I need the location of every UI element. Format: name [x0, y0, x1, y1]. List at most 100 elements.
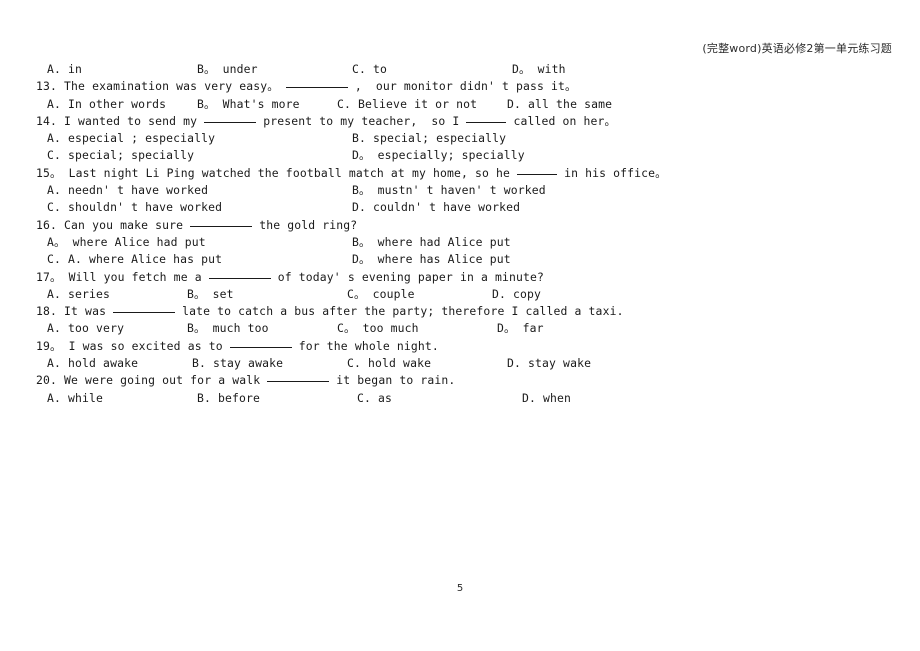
option-letter: D.	[507, 356, 522, 371]
question-number: 16.	[36, 217, 58, 232]
answer-option[interactable]: D。 with	[512, 61, 632, 78]
answer-option[interactable]: D。 especially; specially	[352, 147, 652, 164]
answer-option[interactable]: A. In other words	[47, 96, 197, 113]
option-text: to	[366, 62, 388, 76]
page-number: 5	[456, 583, 464, 594]
answer-option[interactable]: D. all the same	[507, 96, 627, 113]
answer-option[interactable]: A。 where Alice had put	[47, 234, 352, 251]
answer-option[interactable]: C. Believe it or not	[337, 96, 507, 113]
option-text: as	[371, 390, 393, 405]
answer-option[interactable]: A. too very	[47, 320, 187, 337]
option-letter: C。	[347, 286, 366, 301]
exercise-sheet: A. in B。 under C. to D。 with 13. The examina…	[36, 61, 882, 407]
option-letter: B.	[192, 356, 207, 371]
answer-option[interactable]: C. as	[357, 390, 522, 407]
option-letter: D.	[522, 390, 537, 405]
option-text: too much	[355, 321, 419, 336]
question-stem: 16. Can you make sure the gold ring?	[36, 217, 358, 232]
answer-option[interactable]: A. in	[47, 61, 197, 78]
answer-option[interactable]: C. special; specially	[47, 147, 352, 164]
option-letter: C.	[47, 200, 62, 215]
option-text: special; specially	[61, 148, 195, 163]
answer-option[interactable]: C. to	[352, 61, 512, 78]
option-text: hold awake	[61, 356, 139, 371]
option-row: C. A. where Alice has put D。 where has Al…	[36, 251, 882, 268]
option-letter: D.	[492, 286, 507, 301]
question-stem: 17。 Will you fetch me a of today' s even…	[36, 269, 545, 284]
option-letter: B.	[197, 390, 212, 405]
answer-option[interactable]: D. copy	[492, 286, 612, 303]
answer-blank[interactable]	[208, 277, 271, 279]
answer-option[interactable]: D. when	[522, 390, 642, 407]
option-letter: B。	[197, 96, 216, 111]
option-text: when	[536, 390, 572, 405]
answer-blank[interactable]	[285, 87, 348, 89]
answer-option[interactable]: C. A. where Alice has put	[47, 251, 352, 268]
option-letter: A.	[47, 131, 62, 146]
answer-option[interactable]: B。 where had Alice put	[352, 234, 652, 251]
answer-option[interactable]: B。 set	[187, 286, 347, 303]
option-text: Believe it or not	[351, 96, 478, 111]
answer-option[interactable]: B. stay awake	[192, 355, 347, 372]
option-text: mustn' t haven' t worked	[370, 183, 546, 198]
option-letter: C.	[347, 356, 362, 371]
option-row: A. especial ; especially B. special; espe…	[36, 130, 882, 147]
option-letter: C.	[337, 96, 352, 111]
answer-option[interactable]: D. couldn' t have worked	[352, 199, 652, 216]
option-letter: A.	[47, 96, 62, 111]
answer-option[interactable]: B。 mustn' t haven' t worked	[352, 182, 652, 199]
option-text: all the same	[521, 96, 613, 111]
answer-option[interactable]: D。 where has Alice put	[352, 251, 652, 268]
option-row: A. in B。 under C. to D。 with	[36, 61, 882, 78]
option-text: with	[530, 62, 566, 76]
option-letter: D.	[507, 96, 522, 111]
answer-blank[interactable]	[113, 312, 176, 314]
answer-option[interactable]: D. stay wake	[507, 355, 627, 372]
option-text: much too	[205, 321, 269, 336]
option-letter: C.	[357, 390, 372, 405]
option-row: C. special; specially D。 especially; spec…	[36, 147, 882, 164]
answer-blank[interactable]	[204, 121, 257, 123]
answer-blank[interactable]	[517, 173, 558, 175]
option-letter: C。	[337, 321, 356, 336]
option-text: especially; specially	[370, 148, 525, 163]
option-letter: A.	[47, 183, 62, 198]
option-text: where Alice had put	[65, 234, 206, 249]
option-letter: D。	[352, 252, 371, 267]
option-letter: D.	[352, 200, 367, 215]
answer-option[interactable]: A. needn' t have worked	[47, 182, 352, 199]
option-row: A. too very B。 much too C。 too much D。 far	[36, 320, 882, 337]
answer-option[interactable]: B。 What's more	[197, 96, 337, 113]
answer-option[interactable]: A. hold awake	[47, 355, 192, 372]
option-text: set	[205, 286, 234, 301]
answer-option[interactable]: C. shouldn' t have worked	[47, 199, 352, 216]
answer-option[interactable]: C. hold wake	[347, 355, 507, 372]
option-letter: B。	[187, 286, 206, 301]
answer-option[interactable]: B。 under	[197, 61, 352, 78]
answer-blank[interactable]	[229, 346, 292, 348]
answer-option[interactable]: D。 far	[497, 320, 617, 337]
answer-option[interactable]: A. while	[47, 390, 197, 407]
option-text: before	[211, 390, 261, 405]
answer-option[interactable]: C。 too much	[337, 320, 497, 337]
answer-option[interactable]: A. series	[47, 286, 187, 303]
option-text: where had Alice put	[370, 234, 511, 249]
answer-option[interactable]: B. special; especially	[352, 130, 652, 147]
option-text: stay wake	[521, 356, 592, 371]
question-number: 15。	[36, 165, 62, 180]
option-letter: D。	[497, 321, 516, 336]
option-letter: A.	[47, 390, 62, 405]
answer-option[interactable]: A. especial ; especially	[47, 130, 352, 147]
answer-option[interactable]: B。 much too	[187, 320, 337, 337]
answer-blank[interactable]	[267, 381, 330, 383]
answer-blank[interactable]	[190, 225, 253, 227]
answer-option[interactable]: B. before	[197, 390, 357, 407]
option-letter: C.	[47, 148, 62, 163]
answer-blank[interactable]	[466, 121, 507, 123]
option-row: A。 where Alice had put B。 where had Alice…	[36, 234, 882, 251]
option-letter: B。	[187, 321, 206, 336]
question-number: 17。	[36, 269, 62, 284]
answer-option[interactable]: C。 couple	[347, 286, 492, 303]
option-letter: B。	[352, 183, 371, 198]
option-text: while	[61, 390, 104, 405]
